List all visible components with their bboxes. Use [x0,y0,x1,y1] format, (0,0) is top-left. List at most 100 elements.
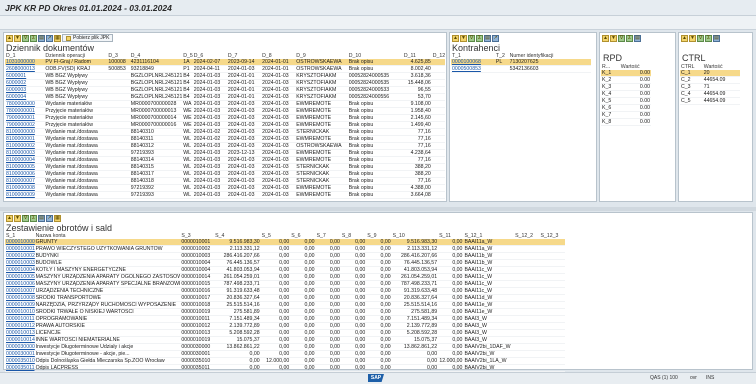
sort-desc-icon[interactable]: ▼ [14,34,21,42]
sort-asc-icon[interactable]: ▲ [681,34,688,42]
table-cell[interactable]: 0000010004 [5,266,35,274]
table-row[interactable]: 0000035010 Odpis Dolnośląska Giełda Mlecz… [5,357,565,365]
table-cell[interactable]: 8100000004 [5,156,45,164]
table-row[interactable]: K_6 0.00 [601,104,651,112]
table-cell[interactable]: 6000003 [5,86,45,94]
table-row[interactable]: 0000010004 KOTŁY I MASZYNY ENERGETYCZNE 00… [5,266,565,274]
table-cell[interactable]: 0000010010 [5,308,35,316]
table-row[interactable]: 8100000005 Wydanie mat./dostawa 88140315 WL… [5,163,445,171]
table-cell[interactable]: 0000010002 [5,252,35,260]
table-row[interactable]: 2608000013 ODB.FV(SD) KRAJ 500853 93218849 P… [5,65,445,73]
filter-icon[interactable]: ∇ [468,34,475,42]
table-cell[interactable]: 8100000001 [5,135,45,143]
table-row[interactable]: 0000010007 URZĄDZENIA TECHNICZNE 000001001… [5,287,565,295]
sort-desc-icon[interactable]: ▼ [610,34,617,42]
table-row[interactable]: 6000003 WB BGZ Wypływy BGZLOPLNRL245121 B4 2… [5,86,445,94]
sort-asc-icon[interactable]: ▲ [6,214,13,222]
table-row[interactable]: 0000010012 PRAWA AUTORSKIE 0000010012 2.139… [5,322,565,330]
table-cell[interactable]: 7900000001 [5,114,45,122]
table-cell[interactable]: 0000010014 [5,336,35,344]
table-row[interactable]: C_2 44654.09 [680,76,740,84]
table-row[interactable]: 0000010002 BUDYNKI 0000010003 286.416.207,6… [5,252,565,260]
table-row[interactable]: 0000010008 ŚRODKI TRANSPORTOWE 0000010017 2… [5,294,565,302]
export-icon[interactable]: ↗ [46,34,53,42]
table-row[interactable]: K_5 0.00 [601,97,651,105]
table-row[interactable]: 8100000003 Wydanie mat./dostawa 97219393 WL… [5,149,445,157]
table-row[interactable]: 0000010013 LICENCJE 0000010013 5.208.592,28… [5,329,565,337]
table-cell[interactable]: 0000010005 [5,273,35,281]
print-icon[interactable]: ▤ [634,34,641,42]
filter-icon[interactable]: ∇ [618,34,625,42]
table-row[interactable]: 8100000006 Wydanie mat./dostawa 88140317 WL… [5,170,445,178]
table-cell[interactable]: 0000010000 [5,239,35,246]
table-cell[interactable]: 0000035011 [5,364,35,372]
table-cell[interactable]: 7800000001 [5,107,45,115]
sum-icon[interactable]: Σ [30,34,37,42]
table-row[interactable]: C_3 71 [680,83,740,91]
table-row[interactable]: 0000010009 NARZĘDZIA, PRZYRZĄDY RUCHOMOŚC… [5,301,565,309]
table-row[interactable]: C_5 44654.09 [680,97,740,105]
table-cell[interactable]: 2608000013 [5,65,45,73]
sort-desc-icon[interactable]: ▼ [460,34,467,42]
table-row[interactable]: 0000010014 INNE WARTOŚCI NIEMATERIALNE 000… [5,336,565,344]
table-cell[interactable]: 0000010009 [5,301,35,309]
table-cell[interactable]: 0000500853 [451,65,495,73]
filter-icon[interactable]: ∇ [22,214,29,222]
sort-asc-icon[interactable]: ▲ [6,34,13,42]
table-cell[interactable]: 6000002 [5,79,45,87]
table-row[interactable]: 0000010001 PRAWO WIECZYSTEGO UŻYTKOWANIA … [5,245,565,253]
table-row[interactable]: 0000500853 5342136603 [451,65,591,73]
table-row[interactable]: 8100000004 Wydanie mat./dostawa 88140314 WL… [5,156,445,164]
export-icon[interactable]: ↗ [46,214,53,222]
table-row[interactable]: 8100000007 Wydanie mat./dostawa 88140318 WL… [5,177,445,185]
table-row[interactable]: 8100000002 Wydanie mat./dostawa 88140312 WL… [5,142,445,150]
print-icon[interactable]: ▤ [38,34,45,42]
table-cell[interactable]: 7900000002 [5,121,45,129]
table-row[interactable]: 0000030001 Inwestycje Długoterminowe - ak… [5,350,565,358]
table-cell[interactable]: 0000010013 [5,329,35,337]
table-row[interactable]: 8100000008 Wydanie mat./dostawa 97219392 WL… [5,184,445,192]
table-row[interactable]: 6000004 WB BGZ Wypływy BGZLOPLNRL245121 B4 2… [5,93,445,101]
system-info[interactable]: QAS (1) 100 [650,375,678,381]
table-cell[interactable]: 8100000005 [5,163,45,171]
table-cell[interactable]: 8100000000 [5,128,45,136]
sum-icon[interactable]: Σ [30,214,37,222]
table-cell[interactable]: 0000010001 [5,245,35,253]
table-cell[interactable]: 0000010007 [5,287,35,295]
table-row[interactable]: K_3 0.00 [601,83,651,91]
table-cell[interactable]: 0000035010 [5,357,35,365]
table-cell[interactable]: 7800000000 [5,100,45,108]
table-row[interactable]: 0000030000 Inwestycje Długoterminowe Udzi… [5,343,565,351]
table-cell[interactable]: 8100000008 [5,184,45,192]
table-row[interactable]: 0000010006 MASZYNY URZĄDZENIA APARATY SPE… [5,280,565,288]
print-icon[interactable]: ▤ [484,34,491,42]
table-row[interactable]: 0000010011 OPROGRAMOWANIE 0000010011 7.151.… [5,315,565,323]
print-icon[interactable]: ▤ [38,214,45,222]
table-row[interactable]: 7800000001 Przyjęcie materiałów MR00007000… [5,107,445,115]
table-cell[interactable]: 8100000009 [5,191,45,199]
table-row[interactable]: 7900000001 Przyjęcie materiałów MR00007000… [5,114,445,122]
horizontal-splitter[interactable] [0,207,756,211]
sort-desc-icon[interactable]: ▼ [689,34,696,42]
table-row[interactable]: 0000010010 ŚRODKI TRWAŁE O NISKIEJ WARTOŚ… [5,308,565,316]
table-cell[interactable]: 8100000003 [5,149,45,157]
table-row[interactable]: 0000010003 BUDOWLE 0000010004 76.445.136,57… [5,259,565,267]
table-row[interactable]: 0000010005 MASZYNY URZĄDZENIA APARATY OGÓ… [5,273,565,281]
table-row[interactable]: C_4 44654.09 [680,90,740,98]
sum-icon[interactable]: Σ [626,34,633,42]
table-row[interactable]: 6000002 WB BGZ Wypływy BGZLOPLNRL245121 B4 2… [5,79,445,87]
table-row[interactable]: K_2 0.00 [601,76,651,84]
table-row[interactable]: 8100000000 Wydanie mat./dostawa 88140310 WL… [5,128,445,136]
table-row[interactable]: 8100000009 Wydanie mat./dostawa 97219393 WL… [5,191,445,199]
table-row[interactable]: K_7 0.00 [601,111,651,119]
download-jpk-button[interactable]: Pobierz plik JPK [62,34,114,42]
table-cell[interactable]: 0000010008 [5,294,35,302]
sort-desc-icon[interactable]: ▼ [14,214,21,222]
filter-icon[interactable]: ∇ [697,34,704,42]
sum-icon[interactable]: Σ [705,34,712,42]
sort-asc-icon[interactable]: ▲ [452,34,459,42]
table-row[interactable]: 0000035011 Odpis LACPRESS 0000035011 0,00 0,… [5,364,565,372]
table-row[interactable]: 8100000001 Wydanie mat./dostawa 88140311 WL… [5,135,445,143]
table-cell[interactable]: 6000001 [5,72,45,80]
sum-icon[interactable]: Σ [476,34,483,42]
